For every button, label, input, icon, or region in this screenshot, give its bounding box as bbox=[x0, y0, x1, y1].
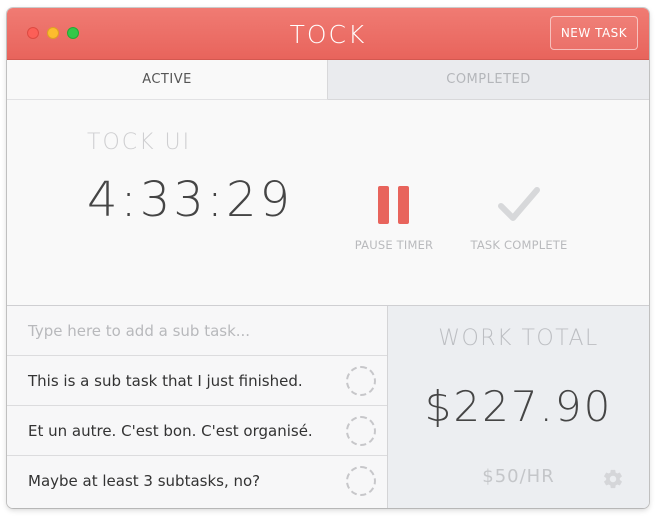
pause-timer-button[interactable]: PAUSE TIMER bbox=[347, 186, 441, 252]
gear-icon[interactable] bbox=[602, 468, 624, 490]
tab-completed[interactable]: COMPLETED bbox=[328, 60, 649, 100]
subtask-text: Maybe at least 3 subtasks, no? bbox=[28, 472, 261, 490]
current-task-name: TOCK UI bbox=[87, 130, 192, 155]
tab-active[interactable]: ACTIVE bbox=[7, 60, 328, 100]
work-total-label: WORK TOTAL bbox=[438, 326, 599, 351]
work-total-panel: WORK TOTAL $227.90 $50/HR bbox=[388, 306, 649, 508]
elapsed-timer: 4:33:29 bbox=[87, 172, 294, 228]
check-icon bbox=[498, 187, 540, 221]
task-complete-button[interactable]: TASK COMPLETE bbox=[462, 186, 576, 252]
subtask-list: Type here to add a sub task... This is a… bbox=[7, 306, 388, 508]
new-task-button[interactable]: NEW TASK bbox=[550, 16, 638, 50]
subtask-text: This is a sub task that I just finished. bbox=[28, 371, 303, 390]
subtask-checkbox-circle-icon[interactable] bbox=[346, 466, 376, 496]
subtask-item: This is a sub task that I just finished. bbox=[7, 356, 387, 406]
subtask-input[interactable]: Type here to add a sub task... bbox=[7, 306, 387, 356]
subtask-text: Et un autre. C'est bon. C'est organisé. bbox=[28, 421, 313, 440]
pause-icon bbox=[378, 186, 410, 224]
work-total-amount: $227.90 bbox=[424, 382, 613, 431]
timer-panel: TOCK UI 4:33:29 PAUSE TIMER TASK COMPLET… bbox=[7, 100, 649, 306]
subtask-checkbox-circle-icon[interactable] bbox=[346, 366, 376, 396]
pause-timer-label: PAUSE TIMER bbox=[354, 238, 434, 252]
subtask-item: Maybe at least 3 subtasks, no? bbox=[7, 456, 387, 506]
subtask-item: Et un autre. C'est bon. C'est organisé. bbox=[7, 406, 387, 456]
subtask-checkbox-circle-icon[interactable] bbox=[346, 416, 376, 446]
app-window: TOCK NEW TASK ACTIVE COMPLETED TOCK UI 4… bbox=[7, 8, 649, 508]
title-bar: TOCK NEW TASK bbox=[7, 8, 649, 60]
task-complete-label: TASK COMPLETE bbox=[470, 238, 568, 252]
tab-bar: ACTIVE COMPLETED bbox=[7, 60, 649, 100]
